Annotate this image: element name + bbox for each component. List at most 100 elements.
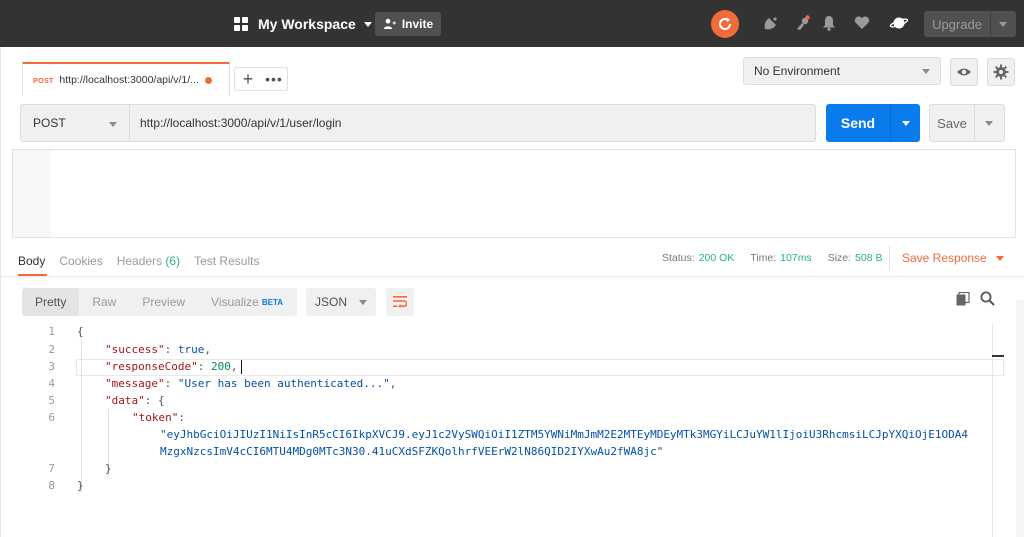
code-line: 2 "success": true,: [0, 341, 1004, 358]
wrap-lines-icon: [393, 296, 407, 308]
code-line: 4 "message": "User has been authenticate…: [0, 375, 1004, 392]
save-button[interactable]: Save: [929, 104, 1005, 142]
request-body-editor[interactable]: [12, 149, 1016, 238]
format-raw[interactable]: Raw: [79, 288, 129, 316]
tab-cookies[interactable]: Cookies: [59, 254, 102, 268]
notification-bell-icon[interactable]: [818, 12, 840, 34]
send-button[interactable]: Send: [826, 104, 920, 142]
json-value-token: "eyJhbGciOiJIUzI1NiIsInR5cCI6IkpXVCJ9.ey…: [160, 428, 968, 441]
size-value[interactable]: 508 B: [855, 252, 882, 264]
language-value: JSON: [315, 295, 348, 309]
headers-count-badge: (6): [165, 254, 181, 268]
planet-icon[interactable]: [888, 12, 910, 34]
top-bar: My Workspace Invite Upgrade: [0, 0, 1024, 47]
meta-divider: [889, 246, 890, 270]
line-number: 6: [48, 411, 55, 424]
json-value: "User has been authenticated...": [177, 377, 390, 390]
search-icon[interactable]: [980, 291, 996, 307]
time-value[interactable]: 107ms: [780, 252, 812, 264]
response-tabs: Body Cookies Headers (6) Test Results: [18, 253, 273, 269]
manage-environments-button[interactable]: [987, 58, 1015, 86]
status-value[interactable]: 200 OK: [699, 252, 735, 264]
gear-icon: [993, 64, 1009, 80]
satellite-icon[interactable]: [760, 12, 782, 34]
json-value: true: [177, 343, 205, 356]
tab-request-login[interactable]: POST http://localhost:3000/api/v/1/...: [22, 62, 230, 96]
code-line: 8 }: [0, 477, 1004, 494]
json-key: "message": [105, 377, 165, 390]
save-response-button[interactable]: Save Response: [902, 251, 1004, 265]
format-pretty[interactable]: Pretty: [22, 288, 80, 316]
window-scrollbar[interactable]: [1016, 300, 1024, 537]
wrap-line-button[interactable]: [386, 288, 414, 316]
chevron-down-icon[interactable]: [902, 120, 910, 126]
json-key: "responseCode": [105, 360, 198, 373]
more-tabs-button[interactable]: •••: [261, 70, 287, 88]
line-number: 4: [48, 377, 55, 390]
tab-headers-label: Headers: [116, 254, 163, 268]
method-select[interactable]: POST: [20, 104, 130, 142]
code-line: 7 }: [0, 460, 1004, 477]
code-text: {: [77, 325, 84, 338]
chevron-down-icon: [109, 122, 117, 127]
json-key: "success": [105, 343, 165, 356]
json-punct: ,: [204, 343, 211, 356]
code-line: 3 "responseCode": 200,: [0, 358, 1004, 375]
format-tabs: Pretty Raw Preview Visualize BETA: [22, 288, 297, 316]
tab-method-badge: POST: [33, 75, 54, 85]
tab-headers[interactable]: Headers (6): [117, 254, 180, 268]
capture-requests-icon[interactable]: [792, 12, 814, 34]
sync-icon[interactable]: [711, 10, 739, 38]
tab-bar: POST http://localhost:3000/api/v/1/... +…: [0, 47, 1024, 97]
tab-test-results[interactable]: Test Results: [194, 254, 259, 268]
format-preview[interactable]: Preview: [129, 288, 198, 316]
code-line: MzgxNzcsImV4cCI6MTU4MDg0MTc3N30.41uCXdSF…: [0, 443, 1004, 460]
upgrade-divider: [990, 11, 991, 37]
save-response-label: Save Response: [902, 251, 987, 265]
format-visualize[interactable]: Visualize BETA: [198, 288, 296, 316]
url-input[interactable]: http://localhost:3000/api/v/1/user/login: [130, 104, 816, 142]
environment-select[interactable]: No Environment: [743, 57, 941, 85]
chevron-down-icon: [363, 21, 372, 27]
code-text: }: [77, 479, 84, 492]
copy-icon[interactable]: [956, 291, 972, 308]
line-number: 3: [48, 360, 55, 373]
save-label: Save: [937, 115, 967, 131]
json-key: "data": [105, 394, 145, 407]
save-divider: [974, 105, 975, 141]
response-body-viewer[interactable]: 1 { 2 "success": true, 3 "responseCode":…: [0, 323, 1004, 537]
json-key: "token": [132, 411, 179, 424]
status-label: Status:: [662, 252, 695, 264]
text-cursor: [241, 360, 242, 374]
chevron-down-icon[interactable]: [985, 120, 993, 126]
language-select[interactable]: JSON: [306, 288, 376, 316]
invite-button[interactable]: Invite: [375, 12, 441, 36]
line-number: 8: [48, 479, 55, 492]
workspace-label: My Workspace: [258, 16, 356, 32]
tab-title: http://localhost:3000/api/v/1/...: [59, 74, 199, 86]
json-value: 200: [210, 360, 231, 373]
code-line: 1 {: [0, 323, 1004, 340]
response-divider: [0, 276, 1024, 277]
url-value: http://localhost:3000/api/v/1/user/login: [140, 116, 342, 130]
code-line: 6 "token":: [0, 409, 1004, 426]
environment-quick-look-button[interactable]: [950, 58, 978, 86]
visualize-label: Visualize: [211, 295, 259, 309]
upgrade-label: Upgrade: [932, 16, 982, 32]
line-number: 5: [48, 394, 55, 407]
line-number: 2: [48, 343, 55, 356]
chevron-down-icon: [922, 69, 930, 74]
workspace-switcher[interactable]: My Workspace: [234, 14, 372, 34]
code-line: "eyJhbGciOiJIUzI1NiIsInR5cCI6IkpXVCJ9.ey…: [0, 426, 1004, 443]
heart-icon[interactable]: [851, 12, 873, 34]
json-punct: ,: [230, 360, 238, 373]
method-value: POST: [33, 116, 66, 130]
invite-label: Invite: [401, 17, 434, 31]
chevron-down-icon: [359, 300, 367, 305]
response-meta: Status: 200 OK Time: 107ms Size: 508 B: [662, 252, 898, 264]
upgrade-button[interactable]: Upgrade: [924, 11, 1016, 37]
code-line: 5 "data": {: [0, 392, 1004, 409]
chevron-down-icon: [995, 255, 1004, 261]
tab-body[interactable]: Body: [18, 254, 45, 268]
new-tab-button[interactable]: +: [235, 68, 261, 90]
